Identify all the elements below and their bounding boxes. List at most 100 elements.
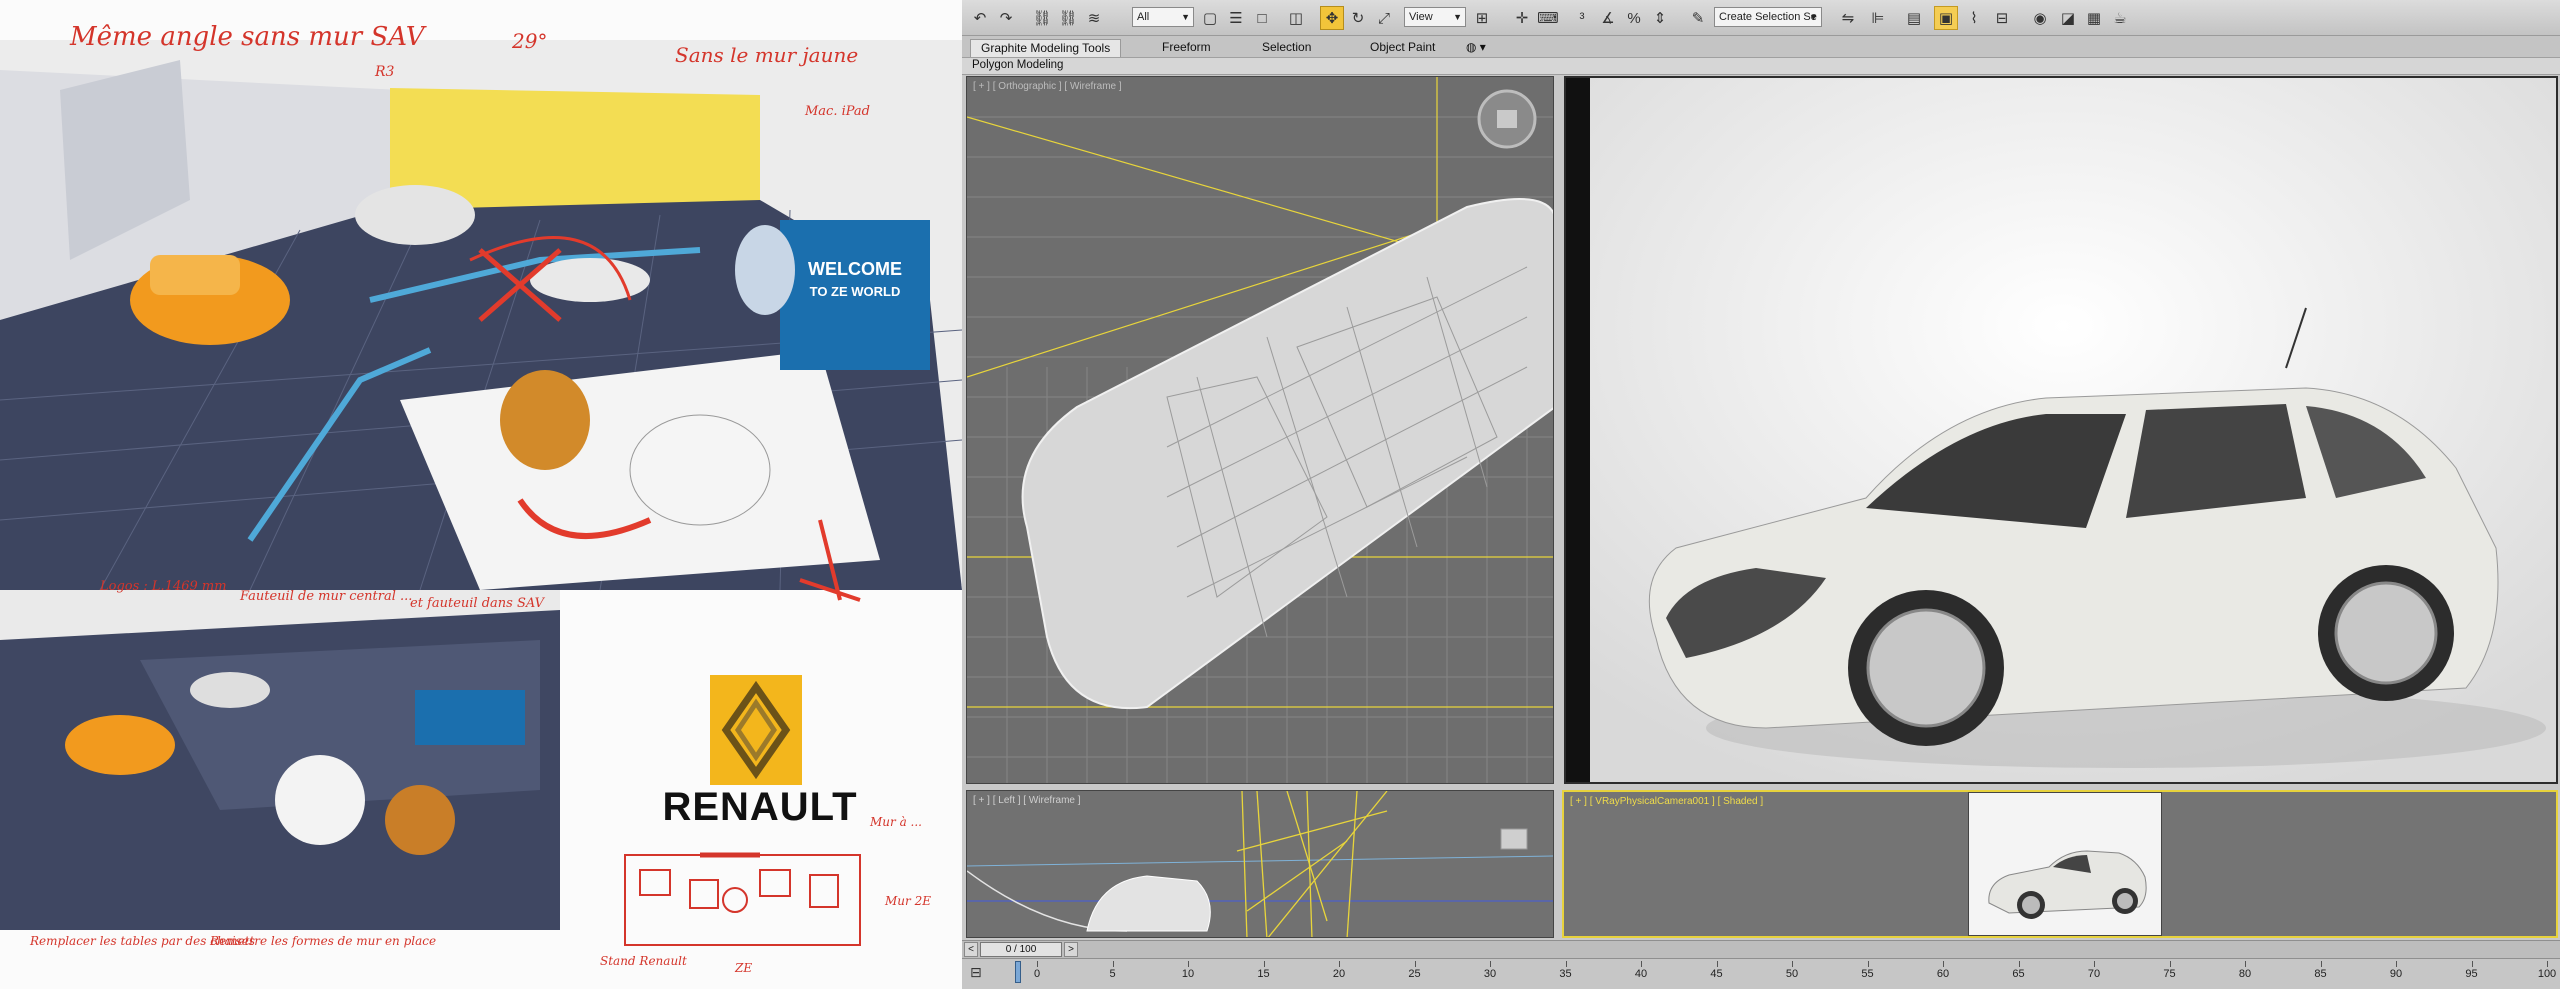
percent-snap-icon[interactable]: %: [1622, 6, 1646, 30]
select-object-icon[interactable]: ▢: [1198, 6, 1222, 30]
rendered-frame-icon[interactable]: ▦: [2082, 6, 2106, 30]
viewport-label-camera[interactable]: [ + ] [ VRayPhysicalCamera001 ] [ Shaded…: [1570, 796, 1763, 807]
reference-coord-select[interactable]: View ▼: [1404, 7, 1466, 27]
note-mid3: et fauteuil dans SAV: [410, 596, 546, 611]
viewport-render-frame[interactable]: [1564, 76, 2558, 784]
ruler-tick: [1716, 961, 1718, 967]
note-mid2: Fauteuil de mur central ...: [239, 589, 412, 604]
ruler-tick-label: 45: [1710, 968, 1723, 980]
use-pivot-icon[interactable]: ⊞: [1470, 6, 1494, 30]
main-toolbar: ↶ ↷ ⛓ ⛓ ≋ All ▼ ▢ ☰ □ ◫ ✥ ↻ ⤢ View ▼ ⊞ ✛ ⌨…: [962, 0, 2560, 36]
note-top-left: Même angle sans mur SAV: [69, 22, 427, 52]
ruler-tick-label: 75: [2163, 968, 2176, 980]
banner-line1: WELCOME: [808, 259, 902, 279]
polygon-modeling-label[interactable]: Polygon Modeling: [972, 59, 1063, 71]
showroom-render-top: WELCOME TO ZE WORLD: [0, 40, 962, 602]
ribbon-panel-bar: Polygon Modeling: [962, 58, 2560, 75]
unlink-icon[interactable]: ⛓: [1056, 6, 1080, 30]
graphite-toggle-icon[interactable]: ▣: [1934, 6, 1958, 30]
car-wireframe: [1021, 198, 1553, 710]
tab-freeform[interactable]: Freeform: [1152, 39, 1221, 57]
ruler-tick-label: 95: [2465, 968, 2478, 980]
move-icon[interactable]: ✥: [1320, 6, 1344, 30]
ruler-tick: [2320, 961, 2322, 967]
snap-3d-icon[interactable]: ³: [1570, 6, 1594, 30]
tab-object-paint[interactable]: Object Paint: [1360, 39, 1445, 57]
named-selection-select[interactable]: Create Selection Se ▼: [1714, 7, 1822, 27]
note-plan4: ZE: [734, 961, 752, 975]
banner-line2: TO ZE WORLD: [810, 284, 901, 299]
select-by-name-icon[interactable]: ☰: [1224, 6, 1248, 30]
align-icon[interactable]: ⊫: [1866, 6, 1890, 30]
ruler-tick: [2169, 961, 2171, 967]
rendered-car-graphic: [1566, 78, 2556, 782]
camera-render-preview: [1968, 792, 2162, 936]
note-angle: 29°: [511, 29, 547, 53]
select-manipulate-icon[interactable]: ✛: [1510, 6, 1534, 30]
ribbon-options-icon[interactable]: ◍ ▾: [1462, 39, 1490, 57]
ruler-tick-label: 100: [2537, 968, 2557, 980]
tab-selection[interactable]: Selection: [1252, 39, 1321, 57]
viewport-label-top[interactable]: [ + ] [ Orthographic ] [ Wireframe ]: [973, 81, 1122, 92]
track-bar[interactable]: ⊟ 0 5 10 15 20 25 30 35 40 45 50 55 60 65 70 75 80 85 90 95…: [962, 958, 2560, 989]
time-slider-bar: < 0 / 100 >: [962, 940, 2560, 958]
tab-graphite-modeling-tools[interactable]: Graphite Modeling Tools: [970, 39, 1122, 57]
ruler-tick: [1565, 961, 1567, 967]
curve-editor-icon[interactable]: ⌇: [1962, 6, 1986, 30]
viewport-top-wireframe[interactable]: [ + ] [ Orthographic ] [ Wireframe ]: [966, 76, 1554, 784]
link-icon[interactable]: ⛓: [1030, 6, 1054, 30]
keyboard-shortcut-icon[interactable]: ⌨: [1536, 6, 1560, 30]
bind-spacewarp-icon[interactable]: ≋: [1082, 6, 1106, 30]
screen: WELCOME TO ZE WORLD Même angle sans mur …: [0, 0, 2560, 989]
undo-icon[interactable]: ↶: [968, 6, 992, 30]
ruler-tick: [1943, 961, 1944, 967]
ruler-tick-label: 50: [1785, 968, 1799, 980]
rotate-icon[interactable]: ↻: [1346, 6, 1370, 30]
edit-named-selection-icon[interactable]: ✎: [1686, 6, 1710, 30]
schematic-view-icon[interactable]: ⊟: [1990, 6, 2014, 30]
rect-region-icon[interactable]: □: [1250, 6, 1274, 30]
viewport-left-wireframe[interactable]: [ + ] [ Left ] [ Wireframe ]: [966, 790, 1554, 938]
track-bar-toggle-icon[interactable]: ⊟: [970, 964, 990, 982]
time-next-button[interactable]: >: [1064, 942, 1078, 957]
renault-diamond-icon: [710, 675, 802, 785]
ruler-tick-label: 25: [1408, 968, 1421, 980]
ruler-tick: [1414, 961, 1416, 967]
note-plan2: Mur 2E: [884, 894, 931, 908]
ruler-tick-label: 0: [1033, 968, 1041, 980]
ruler-tick: [1263, 961, 1265, 967]
viewport-camera-shaded[interactable]: [ + ] [ VRayPhysicalCamera001 ] [ Shaded…: [1562, 790, 2558, 938]
selection-filter-select[interactable]: All ▼: [1132, 7, 1194, 27]
time-slider[interactable]: 0 / 100: [980, 942, 1062, 957]
floor-plan-sketch: [624, 852, 861, 946]
left-wireframe-graphic: [967, 791, 1553, 937]
ruler-tick: [2471, 961, 2473, 967]
render-production-icon[interactable]: ☕: [2108, 6, 2132, 30]
renault-logo: RENAULT: [640, 675, 880, 835]
layer-manager-icon[interactable]: ▤: [1902, 6, 1926, 30]
angle-snap-icon[interactable]: ∡: [1596, 6, 1620, 30]
note-bottom-mid: Remettre les formes de mur en place: [209, 934, 436, 948]
spinner-snap-icon[interactable]: ⇕: [1648, 6, 1672, 30]
redo-icon[interactable]: ↷: [994, 6, 1018, 30]
renault-wordmark: RENAULT: [662, 785, 858, 829]
mirror-icon[interactable]: ⇋: [1836, 6, 1860, 30]
reference-sketch-sheet: WELCOME TO ZE WORLD Même angle sans mur …: [0, 0, 962, 989]
ruler-tick-label: 55: [1861, 968, 1874, 980]
material-editor-icon[interactable]: ◉: [2028, 6, 2052, 30]
ruler-tick: [1867, 961, 1869, 967]
ruler-tick: [1792, 961, 1793, 967]
window-crossing-icon[interactable]: ◫: [1284, 6, 1308, 30]
ruler-tick-label: 5: [1109, 968, 1116, 980]
ruler-tick: [1339, 961, 1340, 967]
scale-icon[interactable]: ⤢: [1372, 6, 1396, 30]
time-prev-button[interactable]: <: [964, 942, 978, 957]
showroom-render-bottom: [0, 590, 560, 930]
ruler-tick: [2245, 961, 2246, 967]
viewport-label-left[interactable]: [ + ] [ Left ] [ Wireframe ]: [973, 795, 1081, 806]
ruler-tick: [1188, 961, 1189, 967]
ruler-tick-label: 90: [2389, 968, 2403, 980]
render-setup-icon[interactable]: ◪: [2056, 6, 2080, 30]
ruler-tick: [1037, 961, 1038, 967]
ruler-tick-label: 10: [1181, 968, 1195, 980]
